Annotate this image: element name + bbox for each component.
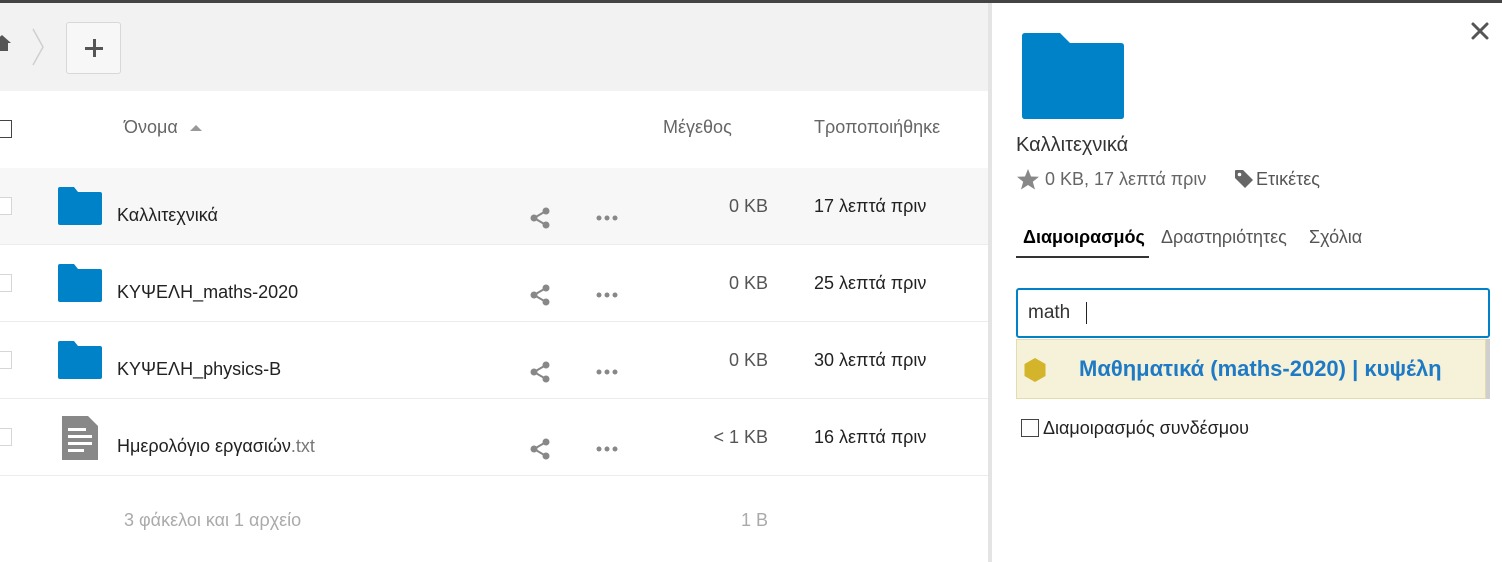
file-modified: 30 λεπτά πριν	[814, 350, 927, 370]
summary-count: 3 φάκελοι και 1 αρχείο	[124, 510, 302, 530]
table-summary: 3 φάκελοι και 1 αρχείο 1 B	[0, 478, 988, 562]
sidebar-title: Καλλιτεχνικά	[1016, 134, 1129, 156]
folder-icon	[58, 341, 102, 379]
folder-icon	[1022, 33, 1124, 119]
file-modified: 16 λεπτά πριν	[814, 427, 927, 447]
row-checkbox[interactable]	[0, 428, 12, 446]
new-button[interactable]	[66, 22, 121, 74]
close-icon[interactable]	[1470, 21, 1490, 41]
tab-activities[interactable]: Δραστηριότητες	[1161, 227, 1287, 248]
file-modified: 25 λεπτά πριν	[814, 273, 927, 293]
share-icon[interactable]	[528, 360, 552, 384]
summary-size: 1 B	[740, 510, 768, 530]
tab-sharing[interactable]: Διαμοιρασμός	[1023, 227, 1145, 248]
file-modified: 17 λεπτά πριν	[814, 196, 927, 216]
tags-link[interactable]: Ετικέτες	[1256, 169, 1320, 190]
file-size: 0 KB	[728, 350, 768, 370]
suggestion-label: Μαθηματικά (maths-2020) | κυψέλη	[1079, 356, 1442, 381]
file-name[interactable]: ΚΥΨΕΛΗ_physics-B	[117, 359, 281, 380]
row-checkbox[interactable]	[0, 197, 12, 215]
home-icon[interactable]	[0, 33, 12, 53]
row-checkbox[interactable]	[0, 274, 12, 292]
more-actions-icon[interactable]	[594, 362, 620, 382]
text-file-icon	[62, 416, 98, 460]
table-row[interactable]: ΚΥΨΕΛΗ_maths-2020 0 KB 25 λεπτά πριν	[0, 245, 988, 322]
column-header-size[interactable]: Μέγεθος	[663, 117, 732, 138]
file-name[interactable]: Ημερολόγιο εργασιών.txt	[117, 436, 315, 457]
table-row[interactable]: Καλλιτεχνικά 0 KB 17 λεπτά πριν	[0, 168, 988, 245]
file-size: < 1 KB	[713, 427, 768, 447]
table-row[interactable]: ΚΥΨΕΛΗ_physics-B 0 KB 30 λεπτά πριν	[0, 322, 988, 399]
text-caret	[1086, 302, 1087, 324]
file-name[interactable]: ΚΥΨΕΛΗ_maths-2020	[117, 282, 298, 303]
select-all-checkbox[interactable]	[0, 120, 12, 138]
row-checkbox[interactable]	[0, 351, 12, 369]
file-name[interactable]: Καλλιτεχνικά	[117, 205, 218, 226]
folder-icon	[58, 264, 102, 302]
autocomplete-scrollbar[interactable]	[1486, 339, 1490, 399]
table-row[interactable]: Ημερολόγιο εργασιών.txt < 1 KB 16 λεπτά …	[0, 399, 988, 476]
tab-comments[interactable]: Σχόλια	[1309, 227, 1362, 248]
column-header-name[interactable]: Όνομα	[124, 117, 178, 138]
link-share-checkbox[interactable]	[1021, 419, 1039, 437]
file-size: 0 KB	[728, 273, 768, 293]
sort-ascending-icon	[190, 125, 202, 131]
details-sidebar: Καλλιτεχνικά 0 KB, 17 λεπτά πριν Ετικέτε…	[988, 3, 1502, 562]
tag-icon[interactable]	[1234, 169, 1254, 189]
star-icon[interactable]	[1016, 168, 1040, 190]
table-header: Όνομα Μέγεθος Τροποποιήθηκε	[0, 91, 988, 169]
group-hexagon-icon	[1024, 358, 1046, 382]
autocomplete-suggestion[interactable]: Μαθηματικά (maths-2020) | κυψέλη	[1016, 339, 1486, 399]
share-icon[interactable]	[528, 206, 552, 230]
more-actions-icon[interactable]	[594, 208, 620, 228]
more-actions-icon[interactable]	[594, 439, 620, 459]
controls-bar	[0, 3, 988, 91]
active-tab-indicator	[1016, 256, 1149, 258]
sidebar-size-date: 0 KB, 17 λεπτά πριν	[1045, 169, 1207, 189]
file-list-panel: Όνομα Μέγεθος Τροποποιήθηκε Καλλιτεχνικά…	[0, 3, 988, 562]
share-with-input[interactable]	[1016, 288, 1490, 338]
share-icon[interactable]	[528, 283, 552, 307]
share-icon[interactable]	[528, 437, 552, 461]
more-actions-icon[interactable]	[594, 285, 620, 305]
folder-icon	[58, 187, 102, 225]
link-share-label[interactable]: Διαμοιρασμός συνδέσμου	[1043, 418, 1249, 439]
file-size: 0 KB	[728, 196, 768, 216]
breadcrumb-separator	[32, 28, 44, 66]
column-header-modified[interactable]: Τροποποιήθηκε	[814, 117, 940, 138]
